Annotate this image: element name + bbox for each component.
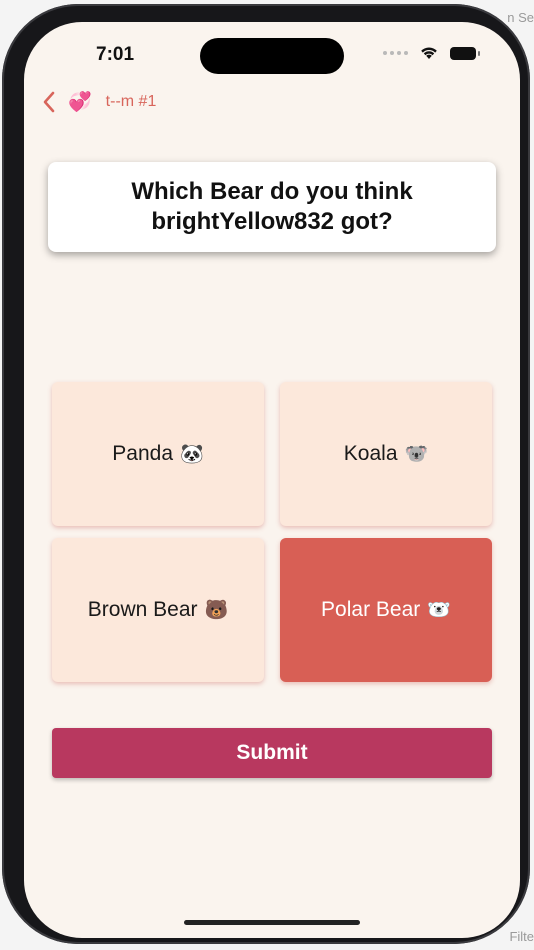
polar-bear-icon: 🐻‍❄️ (427, 600, 451, 621)
question-text: Which Bear do you think brightYellow832 … (131, 178, 413, 235)
dynamic-island (200, 38, 344, 74)
phone-frame: 7:01 💞 t--m #1 Which Bear do you think b… (2, 4, 530, 944)
nav-title: t--m #1 (105, 93, 157, 110)
option-label: Panda (112, 442, 174, 465)
desktop-partial-text: Filte (509, 929, 534, 944)
question-card: Which Bear do you think brightYellow832 … (48, 162, 496, 252)
status-bar: 7:01 (24, 22, 520, 82)
koala-icon: 🐨 (404, 444, 429, 465)
app-screen: 7:01 💞 t--m #1 Which Bear do you think b… (24, 22, 520, 938)
status-icons (383, 46, 480, 60)
submit-button[interactable]: Submit (52, 728, 492, 778)
option-label: Koala (343, 442, 398, 465)
cellular-icon (383, 51, 408, 55)
option-label: Polar Bear (321, 598, 421, 621)
home-indicator[interactable] (184, 920, 360, 925)
navigation-bar: 💞 t--m #1 (38, 90, 156, 114)
option-label: Brown Bear (87, 598, 198, 621)
option-polar-bear[interactable]: Polar Bear 🐻‍❄️ (280, 538, 492, 682)
option-panda[interactable]: Panda 🐼 (52, 382, 264, 526)
battery-icon (450, 46, 480, 60)
chevron-left-icon[interactable] (38, 90, 60, 114)
option-koala[interactable]: Koala 🐨 (280, 382, 492, 526)
option-brown-bear[interactable]: Brown Bear 🐻 (52, 538, 264, 682)
wifi-icon (421, 47, 437, 59)
two-hearts-icon: 💞 (68, 91, 92, 113)
brown-bear-icon: 🐻 (204, 600, 229, 621)
panda-icon: 🐼 (180, 444, 204, 465)
status-time: 7:01 (96, 44, 135, 65)
